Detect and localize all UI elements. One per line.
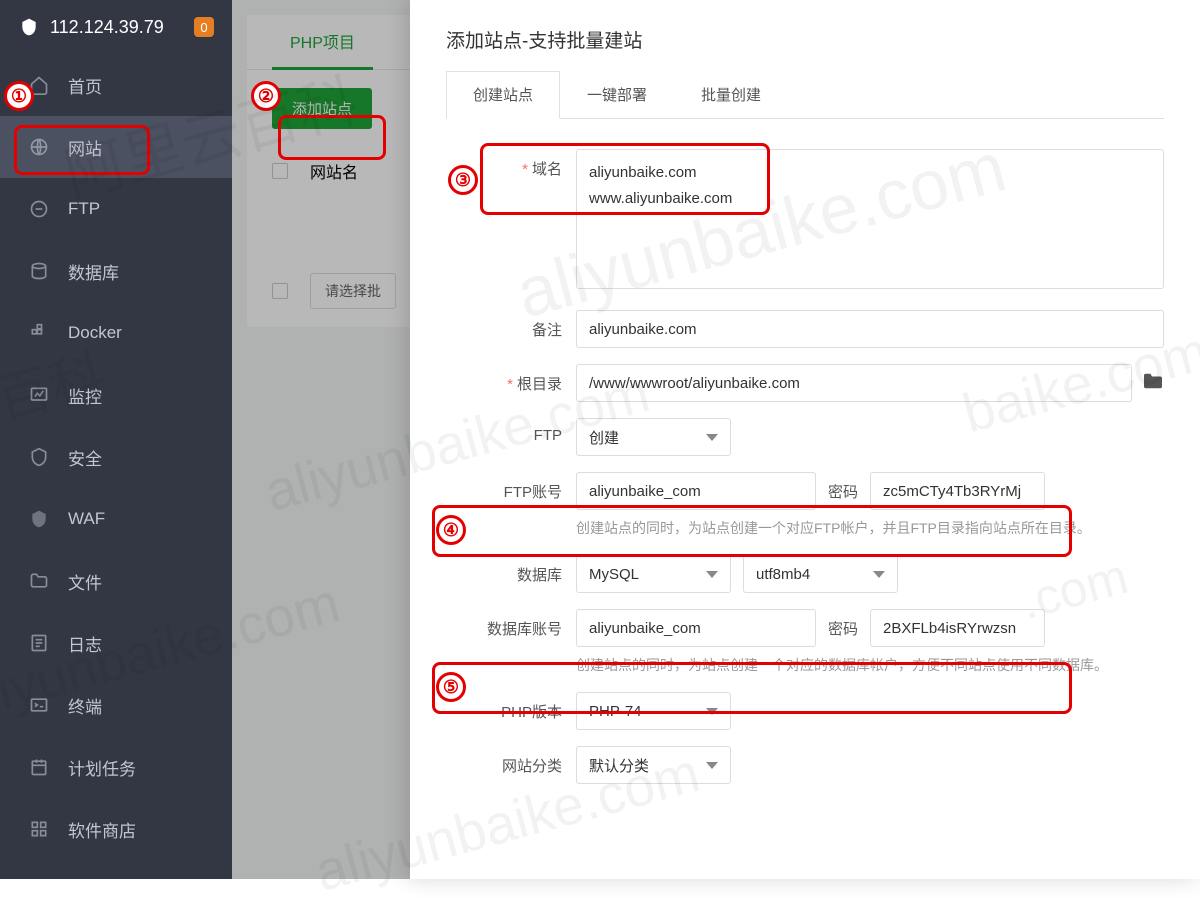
marker-4: ④ <box>436 515 466 545</box>
sidebar-item-terminal[interactable]: 终端 <box>0 674 232 736</box>
sidebar-item-cron[interactable]: 计划任务 <box>0 736 232 798</box>
sidebar-item-appstore[interactable]: 软件商店 <box>0 798 232 860</box>
chevron-down-icon <box>706 571 718 578</box>
sidebar-item-label: 日志 <box>68 631 102 656</box>
label-db-password: 密码 <box>828 618 858 639</box>
db-hint: 创建站点的同时，为站点创建一个对应的数据库帐户，方便不同站点使用不同数据库。 <box>576 655 1164 676</box>
sidebar-item-label: 终端 <box>68 693 102 718</box>
database-icon <box>28 260 50 282</box>
globe-icon <box>28 136 50 158</box>
sidebar-item-database[interactable]: 数据库 <box>0 240 232 302</box>
sidebar-item-label: 监控 <box>68 383 102 408</box>
log-icon <box>28 632 50 654</box>
monitor-icon <box>28 384 50 406</box>
marker-3: ③ <box>448 165 478 195</box>
sidebar-header: 112.124.39.79 0 <box>0 0 232 54</box>
sidebar-item-label: 安全 <box>68 445 102 470</box>
sidebar-item-label: 文件 <box>68 569 102 594</box>
label-ftp: FTP <box>446 418 576 444</box>
sidebar-item-label: 数据库 <box>68 259 119 284</box>
label-root: *根目录 <box>446 364 576 394</box>
chevron-down-icon <box>706 434 718 441</box>
add-site-modal: 添加站点-支持批量建站 创建站点 一键部署 批量创建 *域名 备注 *根目录 F… <box>410 0 1200 879</box>
chevron-down-icon <box>706 762 718 769</box>
sidebar-item-logs[interactable]: 日志 <box>0 612 232 674</box>
notification-badge[interactable]: 0 <box>194 17 214 37</box>
tab-one-click-deploy[interactable]: 一键部署 <box>560 71 674 118</box>
chevron-down-icon <box>873 571 885 578</box>
sidebar-item-files[interactable]: 文件 <box>0 550 232 612</box>
chevron-down-icon <box>706 708 718 715</box>
sidebar-item-home[interactable]: 首页 <box>0 54 232 116</box>
sidebar-item-label: 软件商店 <box>68 817 136 842</box>
folder-icon <box>28 570 50 592</box>
db-password-input[interactable] <box>870 609 1045 647</box>
shield-icon <box>18 16 40 38</box>
waf-shield-icon <box>28 508 50 530</box>
marker-1: ① <box>4 81 34 111</box>
sidebar-item-security[interactable]: 安全 <box>0 426 232 488</box>
ftp-icon <box>28 198 50 220</box>
sidebar-item-docker[interactable]: Docker <box>0 302 232 364</box>
sidebar-item-website[interactable]: 网站 <box>0 116 232 178</box>
label-php-version: PHP版本 <box>446 692 576 722</box>
db-type-select[interactable]: MySQL <box>576 555 731 593</box>
remark-input[interactable] <box>576 310 1164 348</box>
sidebar-item-label: 计划任务 <box>68 755 136 780</box>
sidebar-item-waf[interactable]: WAF <box>0 488 232 550</box>
sidebar-item-ftp[interactable]: FTP <box>0 178 232 240</box>
browse-folder-icon[interactable] <box>1142 372 1164 395</box>
sidebar-item-label: 首页 <box>68 73 102 98</box>
docker-icon <box>28 322 50 344</box>
modal-title: 添加站点-支持批量建站 <box>410 0 1200 71</box>
ftp-hint: 创建站点的同时，为站点创建一个对应FTP帐户，并且FTP目录指向站点所在目录。 <box>576 518 1164 539</box>
ftp-account-input[interactable] <box>576 472 816 510</box>
sidebar-item-label: Docker <box>68 323 122 343</box>
label-site-category: 网站分类 <box>446 746 576 776</box>
marker-5: ⑤ <box>436 672 466 702</box>
label-db-account: 数据库账号 <box>446 609 576 639</box>
sidebar-item-label: WAF <box>68 509 105 529</box>
label-ftp-account: FTP账号 <box>446 472 576 502</box>
modal-tabs: 创建站点 一键部署 批量创建 <box>446 71 1164 119</box>
root-dir-input[interactable] <box>576 364 1132 402</box>
php-version-select[interactable]: PHP-74 <box>576 692 731 730</box>
label-remark: 备注 <box>446 310 576 340</box>
apps-icon <box>28 818 50 840</box>
ftp-password-input[interactable] <box>870 472 1045 510</box>
label-database: 数据库 <box>446 555 576 585</box>
db-account-input[interactable] <box>576 609 816 647</box>
terminal-icon <box>28 694 50 716</box>
marker-2: ② <box>251 81 281 111</box>
calendar-icon <box>28 756 50 778</box>
domain-textarea[interactable] <box>576 149 1164 289</box>
sidebar-item-label: 网站 <box>68 135 102 160</box>
site-category-select[interactable]: 默认分类 <box>576 746 731 784</box>
tab-create-site[interactable]: 创建站点 <box>446 71 560 119</box>
tab-batch-create[interactable]: 批量创建 <box>674 71 788 118</box>
db-charset-select[interactable]: utf8mb4 <box>743 555 898 593</box>
ftp-select[interactable]: 创建 <box>576 418 731 456</box>
sidebar-item-monitor[interactable]: 监控 <box>0 364 232 426</box>
label-ftp-password: 密码 <box>828 481 858 502</box>
server-ip: 112.124.39.79 <box>50 17 164 38</box>
sidebar-item-label: FTP <box>68 199 100 219</box>
sidebar: 112.124.39.79 0 首页 网站 FTP 数据库 Docker 监控 … <box>0 0 232 879</box>
security-shield-icon <box>28 446 50 468</box>
